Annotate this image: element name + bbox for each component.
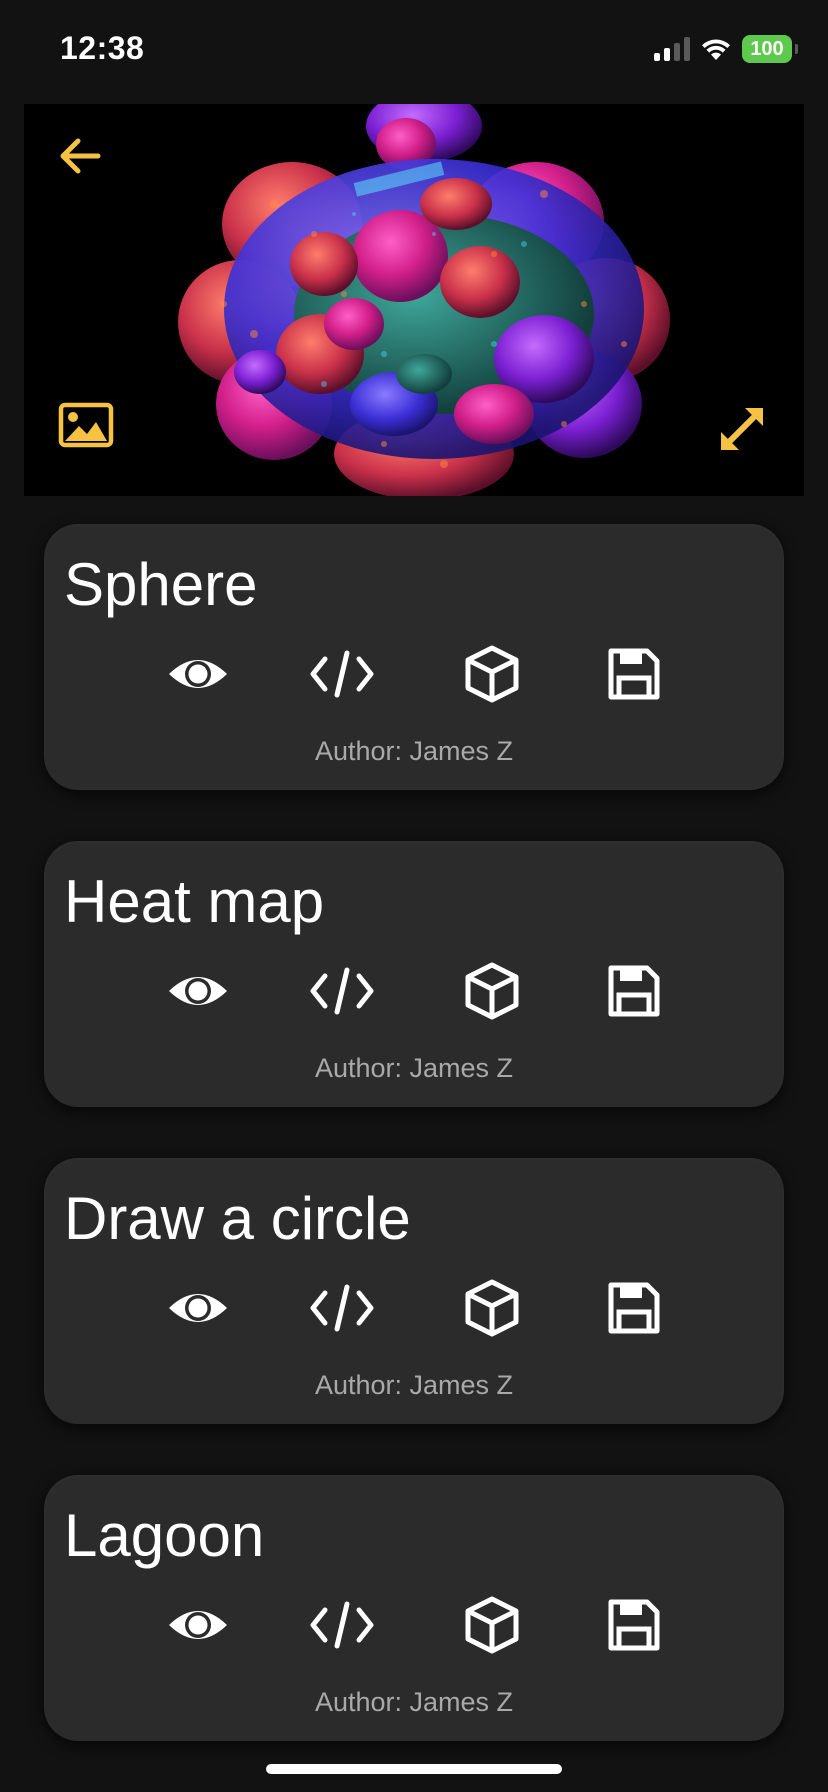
expand-arrows-icon: [721, 408, 763, 450]
card-title: Heat map: [64, 868, 325, 935]
floppy-disk-icon: [608, 1599, 660, 1651]
view-button[interactable]: [162, 1593, 234, 1657]
card-title: Draw a circle: [64, 1185, 411, 1252]
app-screen: 12:38 100 Sphere Author: James Z Heat ma…: [0, 0, 828, 1792]
save-button[interactable]: [598, 959, 670, 1023]
shader-card[interactable]: Draw a circle Author: James Z: [44, 1158, 784, 1424]
arrow-left-icon: [60, 138, 101, 174]
home-indicator[interactable]: [266, 1764, 562, 1774]
card-actions: [44, 642, 784, 706]
wifi-icon: [702, 39, 730, 60]
code-icon: [310, 650, 374, 698]
cellular-signal-icon: [654, 37, 690, 61]
cube-icon: [465, 645, 519, 703]
3d-model-button[interactable]: [456, 1276, 528, 1340]
view-button[interactable]: [162, 959, 234, 1023]
card-title: Lagoon: [64, 1502, 265, 1569]
fractal-preview[interactable]: [24, 104, 804, 496]
card-actions: [44, 959, 784, 1023]
code-icon: [310, 967, 374, 1015]
card-author: Author: James Z: [314, 1370, 514, 1400]
3d-model-button[interactable]: [456, 1593, 528, 1657]
gallery-button[interactable]: [58, 400, 114, 450]
eye-icon: [169, 1294, 227, 1322]
code-button[interactable]: [306, 642, 378, 706]
card-actions: [44, 1593, 784, 1657]
image-icon: [58, 402, 114, 448]
cube-icon: [465, 962, 519, 1020]
floppy-disk-icon: [608, 648, 660, 700]
back-button[interactable]: [54, 130, 106, 182]
shader-card[interactable]: Sphere Author: James Z: [44, 524, 784, 790]
card-actions: [44, 1276, 784, 1340]
save-button[interactable]: [598, 642, 670, 706]
status-time: 12:38: [60, 30, 145, 66]
card-title: Sphere: [64, 551, 258, 618]
cube-icon: [465, 1596, 519, 1654]
fractal-render-image: [178, 104, 670, 496]
card-author: Author: James Z: [314, 736, 514, 766]
status-bar: 12:38 100: [0, 0, 828, 100]
battery-level: 100: [750, 37, 784, 60]
shader-card[interactable]: Lagoon Author: James Z: [44, 1475, 784, 1741]
card-author: Author: James Z: [314, 1053, 514, 1083]
code-icon: [310, 1601, 374, 1649]
battery-indicator: 100: [742, 35, 798, 63]
save-button[interactable]: [598, 1593, 670, 1657]
floppy-disk-icon: [608, 1282, 660, 1334]
save-button[interactable]: [598, 1276, 670, 1340]
code-button[interactable]: [306, 959, 378, 1023]
fullscreen-button[interactable]: [714, 402, 770, 456]
code-icon: [310, 1284, 374, 1332]
status-icons: 100: [654, 34, 798, 64]
code-button[interactable]: [306, 1276, 378, 1340]
3d-model-button[interactable]: [456, 642, 528, 706]
shader-card[interactable]: Heat map Author: James Z: [44, 841, 784, 1107]
view-button[interactable]: [162, 642, 234, 706]
view-button[interactable]: [162, 1276, 234, 1340]
cube-icon: [465, 1279, 519, 1337]
eye-icon: [169, 660, 227, 688]
code-button[interactable]: [306, 1593, 378, 1657]
eye-icon: [169, 1611, 227, 1639]
eye-icon: [169, 977, 227, 1005]
3d-model-button[interactable]: [456, 959, 528, 1023]
card-author: Author: James Z: [314, 1687, 514, 1717]
floppy-disk-icon: [608, 965, 660, 1017]
